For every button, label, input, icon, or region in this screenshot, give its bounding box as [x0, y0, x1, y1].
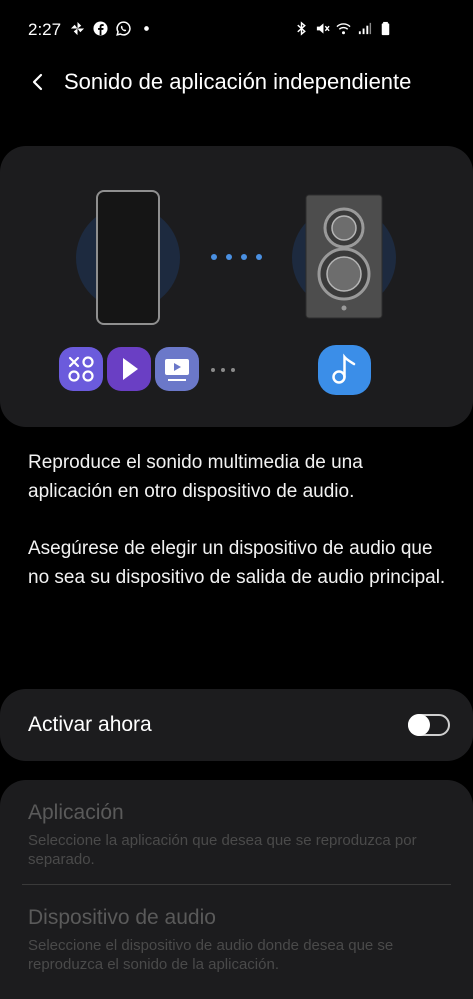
chevron-left-icon — [32, 73, 43, 91]
audio-device-setting-desc: Seleccione el dispositivo de audio donde… — [28, 937, 394, 973]
audio-device-setting-item: Dispositivo de audio Seleccione el dispo… — [28, 906, 448, 974]
music-note-icon — [318, 345, 371, 395]
status-bar: 2:27 — [0, 0, 473, 62]
bluetooth-icon — [297, 21, 306, 36]
dot-icon — [144, 26, 149, 31]
switch-knob — [408, 714, 430, 736]
settings-divider — [22, 884, 451, 885]
play-app-icon — [107, 347, 151, 391]
status-time: 2:27 — [28, 20, 62, 39]
connection-dots-icon — [211, 254, 262, 260]
app-setting-title: Aplicación — [28, 801, 124, 824]
activate-now-row[interactable]: Activar ahora — [0, 689, 473, 761]
page-title: Sonido de aplicación independiente — [64, 69, 412, 94]
mute-icon — [316, 23, 330, 34]
settings-group: Aplicación Seleccione la aplicación que … — [0, 780, 473, 999]
phone-icon — [96, 190, 160, 325]
status-right-icons — [294, 21, 393, 36]
facebook-icon — [93, 21, 108, 36]
battery-icon — [381, 21, 390, 36]
description-secondary: Asegúrese de elegir un dispositivo de au… — [28, 538, 446, 588]
whatsapp-icon — [116, 21, 131, 36]
back-button[interactable] — [24, 68, 52, 96]
activate-now-label: Activar ahora — [28, 713, 152, 736]
more-dots-icon — [211, 368, 235, 372]
audio-device-setting-title: Dispositivo de audio — [28, 906, 216, 929]
activate-now-switch[interactable] — [408, 714, 450, 736]
wifi-icon — [336, 23, 351, 35]
video-app-icon — [155, 347, 199, 391]
app-setting-item: Aplicación Seleccione la aplicación que … — [28, 801, 448, 869]
app-header: Sonido de aplicación independiente — [0, 62, 473, 106]
games-app-icon — [59, 347, 103, 391]
hero-illustration — [0, 146, 473, 427]
pinwheel-icon — [70, 21, 85, 36]
signal-icon — [358, 22, 372, 35]
hero-illustration-graphic — [59, 190, 396, 395]
speaker-icon — [305, 194, 383, 319]
status-left-icons — [70, 21, 154, 36]
app-setting-desc: Seleccione la aplicación que desea que s… — [28, 832, 417, 868]
description-primary: Reproduce el sonido multimedia de una ap… — [28, 452, 363, 502]
